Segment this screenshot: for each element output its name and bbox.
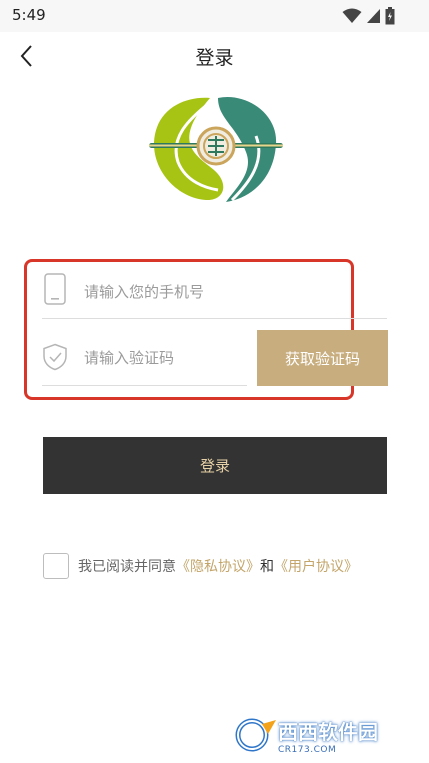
status-bar: 5:49 xyxy=(0,0,429,32)
agreement-prefix: 我已阅读并同意 xyxy=(78,559,176,575)
battery-icon xyxy=(385,7,395,25)
app-logo xyxy=(149,96,283,202)
phone-field xyxy=(42,264,387,319)
watermark-logo-icon xyxy=(235,718,276,752)
get-code-button[interactable]: 获取验证码 xyxy=(257,330,388,386)
agreement-text: 我已阅读并同意《隐私协议》和《用户协议》 xyxy=(78,556,358,576)
user-agreement-link[interactable]: 《用户协议》 xyxy=(274,559,358,575)
phone-icon xyxy=(44,273,66,305)
page-title: 登录 xyxy=(195,47,234,69)
agreement-and: 和 xyxy=(260,559,274,575)
agree-checkbox[interactable] xyxy=(43,553,69,579)
wifi-icon xyxy=(342,8,362,23)
watermark-brand: 西西软件园 xyxy=(278,719,378,744)
privacy-policy-link[interactable]: 《隐私协议》 xyxy=(176,559,260,575)
status-icons xyxy=(342,7,395,25)
phone-input[interactable] xyxy=(82,278,376,306)
agreement-row: 我已阅读并同意《隐私协议》和《用户协议》 xyxy=(43,551,358,581)
status-time: 5:49 xyxy=(12,6,46,24)
login-button[interactable]: 登录 xyxy=(43,437,387,494)
nav-bar: 登录 xyxy=(0,32,429,78)
verification-code-input[interactable] xyxy=(82,344,246,372)
verification-code-field xyxy=(42,330,247,386)
watermark-site: CR173.COM xyxy=(278,744,337,755)
shield-check-icon xyxy=(43,343,67,371)
signal-icon xyxy=(367,9,380,23)
watermark: 西西软件园 CR173.COM xyxy=(228,715,378,755)
